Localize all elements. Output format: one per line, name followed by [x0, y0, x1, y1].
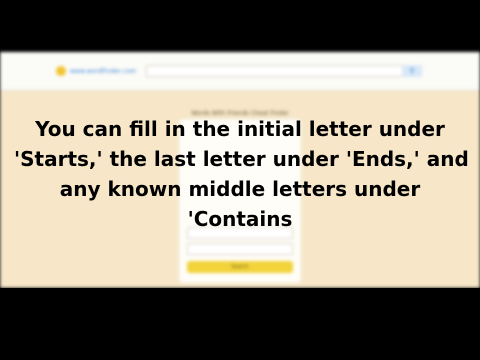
caption-line: 'Starts,' the last letter under 'Ends,' … [14, 147, 469, 171]
caption-line: You can fill in the initial letter under [35, 117, 445, 141]
caption-line: 'Contains [187, 207, 293, 231]
caption-line: any known middle letters under [59, 177, 421, 201]
caption-overlay: You can fill in the initial letter under… [14, 114, 469, 234]
submit-button[interactable]: Search [187, 261, 293, 273]
search-input[interactable] [146, 65, 410, 77]
letterbox-top [0, 0, 480, 52]
video-frame: www.wordfinder.com ⚲ Words With Friends … [0, 0, 480, 360]
search-icon: ⚲ [409, 67, 415, 75]
site-header: www.wordfinder.com ⚲ [0, 52, 480, 91]
logo-text: www.wordfinder.com [70, 67, 137, 75]
site-logo[interactable]: www.wordfinder.com [56, 65, 136, 77]
search-button[interactable]: ⚲ [402, 65, 422, 77]
ends-with-field[interactable] [187, 243, 293, 255]
letterbox-bottom [0, 288, 480, 360]
logo-icon [56, 66, 66, 76]
